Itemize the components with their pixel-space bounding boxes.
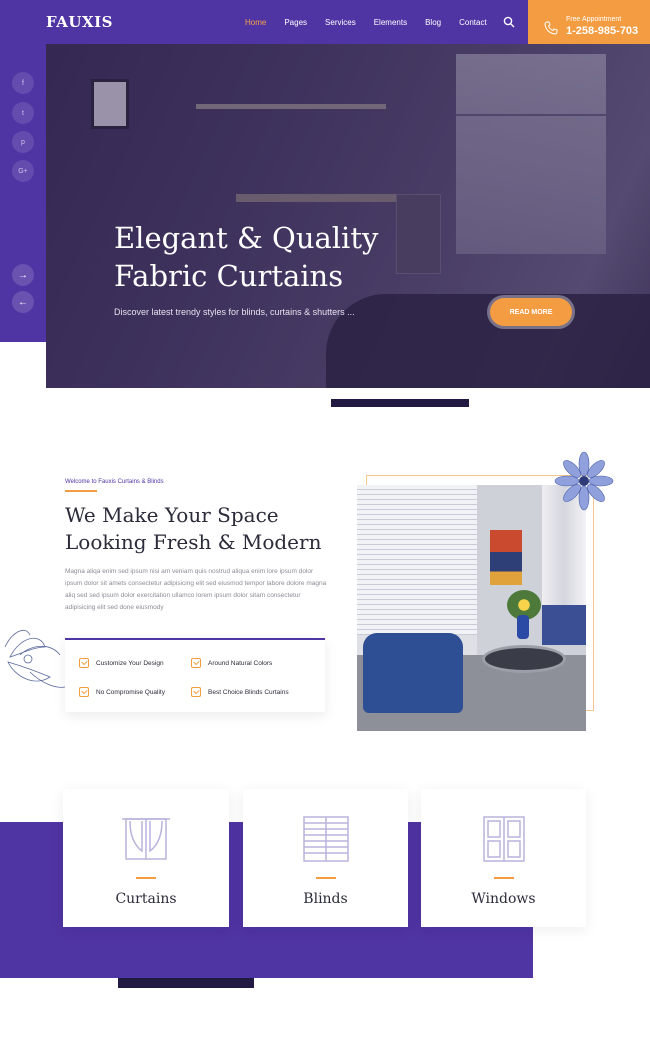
hero-overlay (46, 44, 650, 388)
check-icon (191, 658, 201, 668)
nav-elements[interactable]: Elements (374, 18, 407, 27)
hero-decor-strip (331, 399, 469, 407)
services-decor-strip (118, 978, 254, 988)
feature-label: Around Natural Colors (208, 659, 273, 667)
service-accent-bar (493, 877, 514, 879)
check-icon (191, 687, 201, 697)
feature-item: Best Choice Blinds Curtains (191, 687, 289, 697)
service-name: Blinds (303, 891, 348, 907)
service-accent-bar (315, 877, 336, 879)
about-text: Magna aliqa enim sed ipsum nisi am venia… (65, 568, 327, 611)
read-more-button[interactable]: READ MORE (490, 298, 572, 326)
service-accent-bar (136, 877, 156, 879)
about-title-line2: Looking Fresh & Modern (65, 530, 322, 554)
feature-item: Customize Your Design (79, 658, 164, 668)
feature-label: Best Choice Blinds Curtains (208, 688, 289, 696)
photo-vase (517, 615, 529, 639)
photo-sofa (542, 605, 586, 645)
search-icon[interactable] (503, 16, 515, 28)
phone-icon (544, 21, 558, 35)
appointment-label: Free Appointment (566, 16, 622, 23)
blinds-icon (302, 816, 349, 862)
about-title: We Make Your Space Looking Fresh & Moder… (65, 502, 345, 556)
service-card-windows[interactable]: Windows (421, 789, 586, 927)
hero-title-line1: Elegant & Quality (114, 221, 379, 255)
nav-blog[interactable]: Blog (425, 18, 441, 27)
feature-label: Customize Your Design (96, 659, 164, 667)
pinterest-icon[interactable]: p (12, 131, 34, 153)
service-card-curtains[interactable]: Curtains (63, 789, 229, 927)
photo-table (482, 645, 566, 673)
daisy-decoration-icon (554, 451, 614, 511)
service-card-blinds[interactable]: Blinds (243, 789, 408, 927)
feature-item: Around Natural Colors (191, 658, 272, 668)
google-plus-icon[interactable]: G+ (12, 160, 34, 182)
living-room-photo (357, 485, 586, 731)
hero-sidebar: f t p G+ → ← (0, 44, 46, 342)
site-logo[interactable]: FAUXIS (46, 13, 113, 31)
main-nav: Home Pages Services Elements Blog Contac… (236, 0, 496, 44)
twitter-icon[interactable]: t (12, 102, 34, 124)
photo-window (357, 485, 477, 635)
nav-home[interactable]: Home (245, 18, 266, 27)
feature-label: No Compromise Quality (96, 688, 165, 696)
photo-armchair (363, 633, 463, 713)
photo-art (490, 530, 522, 585)
hero-subtitle: Discover latest trendy styles for blinds… (114, 307, 355, 317)
next-slide-button[interactable]: → (12, 264, 34, 286)
nav-services[interactable]: Services (325, 18, 356, 27)
nav-contact[interactable]: Contact (459, 18, 487, 27)
feature-item: No Compromise Quality (79, 687, 165, 697)
features-box: Customize Your Design Around Natural Col… (65, 638, 325, 712)
appointment-phone: 1-258-985-703 (566, 25, 639, 37)
about-eyebrow: Welcome to Fauxis Curtains & Blinds (65, 479, 164, 485)
windows-icon (482, 816, 525, 862)
hero-slider: Elegant & Quality Fabric Curtains Discov… (46, 44, 650, 388)
service-name: Windows (471, 891, 536, 907)
nav-pages[interactable]: Pages (284, 18, 307, 27)
flower-decoration-icon (4, 630, 66, 688)
service-name: Curtains (115, 891, 177, 907)
curtains-icon (122, 818, 170, 860)
about-title-line1: We Make Your Space (65, 503, 279, 527)
prev-slide-button[interactable]: ← (12, 291, 34, 313)
about-eyebrow-line (65, 490, 97, 492)
check-icon (79, 687, 89, 697)
facebook-icon[interactable]: f (12, 72, 34, 94)
hero-title: Elegant & Quality Fabric Curtains (114, 219, 434, 295)
check-icon (79, 658, 89, 668)
hero-title-line2: Fabric Curtains (114, 259, 344, 293)
